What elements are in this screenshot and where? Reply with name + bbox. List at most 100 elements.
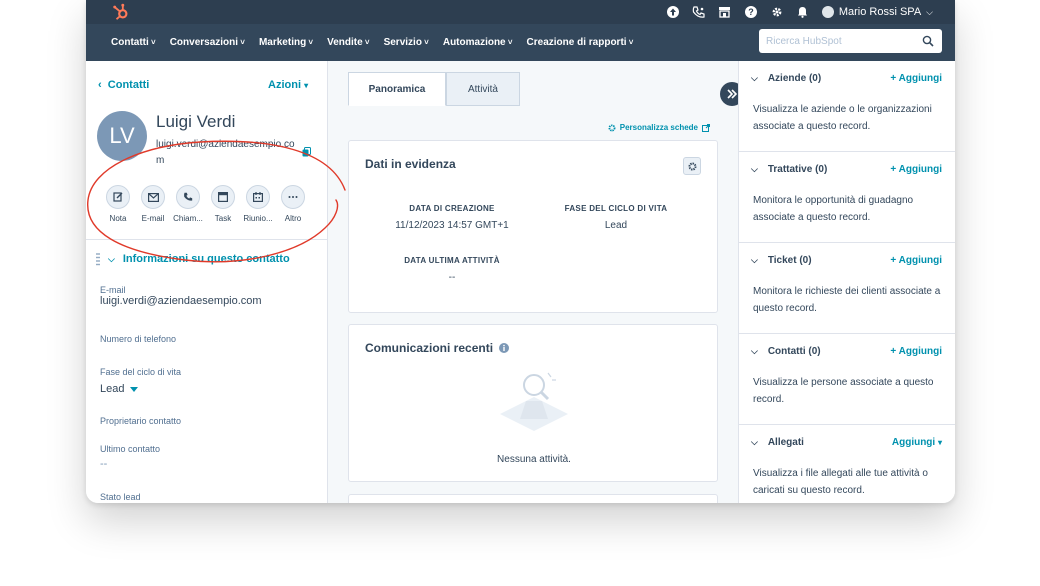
back-label: Contatti — [107, 79, 150, 91]
section-title: Ticket (0) — [767, 255, 812, 266]
contact-avatar: LV — [97, 111, 147, 161]
actions-label: Azioni — [268, 79, 301, 91]
quick-action-label: Task — [214, 214, 232, 223]
actions-menu[interactable]: Azioni ▾ — [268, 79, 308, 91]
add-company-button[interactable]: + Aggiungi — [890, 73, 942, 84]
kv-value-lifecycle: Lead — [604, 220, 628, 231]
search-box[interactable] — [759, 29, 942, 53]
account-name: Mario Rossi SPA — [838, 6, 922, 18]
kv-value-last-activity: -- — [448, 272, 456, 283]
association-section-contacts: ⌵ Contatti (0) + Aggiungi Visualizza le p… — [739, 334, 955, 425]
contact-name[interactable]: Luigi Verdi — [156, 112, 235, 132]
quick-action-email[interactable]: E-mail — [141, 185, 165, 223]
account-menu[interactable]: Mario Rossi SPA ⌵ — [821, 6, 933, 18]
add-deal-button[interactable]: + Aggiungi — [890, 164, 942, 175]
kv-value-created: 11/12/2023 14:57 GMT+1 — [395, 220, 509, 231]
quick-action-meeting[interactable]: Riunio... — [243, 185, 273, 223]
info-icon[interactable] — [499, 343, 510, 353]
section-toggle-tickets[interactable]: ⌵ Ticket (0) — [751, 255, 812, 266]
add-ticket-button[interactable]: + Aggiungi — [890, 255, 942, 266]
account-avatar — [821, 6, 834, 18]
section-title: Aziende (0) — [767, 73, 822, 84]
gear-icon — [608, 124, 616, 131]
section-toggle-companies[interactable]: ⌵ Aziende (0) — [751, 73, 821, 84]
about-section-title: Informazioni su questo contatto — [122, 253, 290, 265]
section-toggle-contacts[interactable]: ⌵ Contatti (0) — [751, 346, 821, 357]
nav-item-servizio[interactable]: Servizio — [384, 37, 429, 48]
back-to-contacts-link[interactable]: ‹ Contatti — [98, 79, 149, 91]
kv-label-last-activity: DATA ULTIMA ATTIVITÀ — [404, 256, 500, 265]
search-input[interactable] — [766, 35, 916, 47]
quick-action-label: Chiam... — [173, 214, 203, 223]
chevron-down-icon: ⌵ — [751, 164, 758, 174]
field-label-lifecycle: Fase del ciclo di vita — [100, 367, 182, 377]
association-section-deals: ⌵ Trattative (0) + Aggiungi Monitora le o… — [739, 152, 955, 243]
upgrade-icon[interactable] — [666, 5, 680, 19]
section-toggle-deals[interactable]: ⌵ Trattative (0) — [751, 164, 827, 175]
quick-action-more[interactable]: Altro — [281, 185, 305, 223]
caret-down-icon: ▾ — [304, 81, 309, 90]
settings-icon[interactable] — [770, 5, 784, 19]
field-value-email[interactable]: luigi.verdi@aziendaesempio.com — [100, 295, 262, 307]
section-title: Allegati — [767, 437, 804, 448]
field-label-lead-status: Stato lead — [100, 492, 141, 502]
about-section-toggle[interactable]: ⌵ Informazioni su questo contatto — [96, 252, 290, 266]
phone-icon — [184, 192, 193, 201]
main-nav: Contatti Conversazioni Marketing Vendite… — [86, 24, 955, 61]
empty-state-illustration — [500, 372, 568, 431]
notifications-icon[interactable] — [796, 5, 810, 19]
copy-icon[interactable] — [302, 147, 311, 157]
highlights-card: Dati in evidenza DATA DI CREAZIONE 11/12… — [348, 140, 718, 313]
nav-item-rapporti[interactable]: Creazione di rapporti — [527, 37, 634, 48]
marketplace-icon[interactable] — [718, 5, 732, 19]
contact-email[interactable]: luigi.verdi@aziendaesempio.com — [156, 137, 296, 169]
external-link-icon — [702, 123, 710, 132]
chevron-down-icon: ⌵ — [751, 346, 758, 356]
gear-icon — [688, 162, 696, 170]
customize-tabs-link[interactable]: Personalizza schede — [608, 123, 710, 132]
search-icon[interactable] — [922, 35, 934, 47]
recent-communications-header: Comunicazioni recenti — [365, 341, 510, 355]
association-section-tickets: ⌵ Ticket (0) + Aggiungi Monitora le richi… — [739, 243, 955, 334]
tab-panoramica[interactable]: Panoramica — [348, 72, 446, 106]
highlights-settings-button[interactable] — [683, 157, 701, 175]
add-contact-button[interactable]: + Aggiungi — [890, 346, 942, 357]
field-label-owner: Proprietario contatto — [100, 416, 182, 426]
double-chevron-right-icon — [727, 89, 737, 99]
calling-icon[interactable] — [692, 5, 706, 19]
next-card — [348, 494, 718, 503]
nav-item-marketing[interactable]: Marketing — [259, 37, 313, 48]
nav-item-automazione[interactable]: Automazione — [443, 37, 513, 48]
association-sidebar: ⌵ Aziende (0) + Aggiungi Visualizza le az… — [738, 61, 955, 503]
tab-attivita[interactable]: Attività — [446, 72, 520, 106]
section-toggle-attachments[interactable]: ⌵ Allegati — [751, 437, 804, 448]
field-label-email: E-mail — [100, 285, 126, 295]
caret-down-icon: ▾ — [937, 438, 942, 447]
add-attachment-label: Aggiungi — [891, 437, 936, 448]
nav-item-contatti[interactable]: Contatti — [111, 37, 156, 48]
divider — [86, 239, 328, 240]
hubspot-logo[interactable] — [112, 3, 130, 21]
nav-item-conversazioni[interactable]: Conversazioni — [170, 37, 245, 48]
section-description: Visualizza le persone associate a questo… — [753, 377, 934, 405]
email-icon — [147, 192, 159, 202]
quick-action-label: Nota — [109, 214, 127, 223]
app-window: ? Mario Rossi SPA ⌵ Contatti Conversazio… — [86, 0, 955, 503]
quick-action-call[interactable]: Chiam... — [173, 185, 203, 223]
nav-item-vendite[interactable]: Vendite — [327, 37, 369, 48]
help-icon[interactable]: ? — [744, 5, 758, 19]
quick-action-task[interactable]: Task — [211, 185, 235, 223]
recent-communications-title: Comunicazioni recenti — [365, 341, 494, 355]
chevron-down-icon: ⌵ — [751, 73, 758, 83]
drag-handle-icon[interactable] — [96, 252, 100, 266]
add-attachment-dropdown[interactable]: Aggiungi ▾ — [892, 437, 942, 448]
section-description: Monitora le richieste dei clienti associ… — [753, 286, 941, 314]
field-value-last-contact[interactable]: -- — [100, 458, 107, 470]
lifecycle-select[interactable]: Lead — [100, 383, 138, 395]
meeting-icon — [253, 192, 263, 202]
section-title: Contatti (0) — [767, 346, 821, 357]
chevron-down-icon: ⌵ — [926, 6, 933, 17]
chevron-down-icon: ⌵ — [751, 255, 758, 265]
quick-action-note[interactable]: Nota — [106, 185, 130, 223]
record-tabs: Panoramica Attività — [348, 72, 520, 106]
